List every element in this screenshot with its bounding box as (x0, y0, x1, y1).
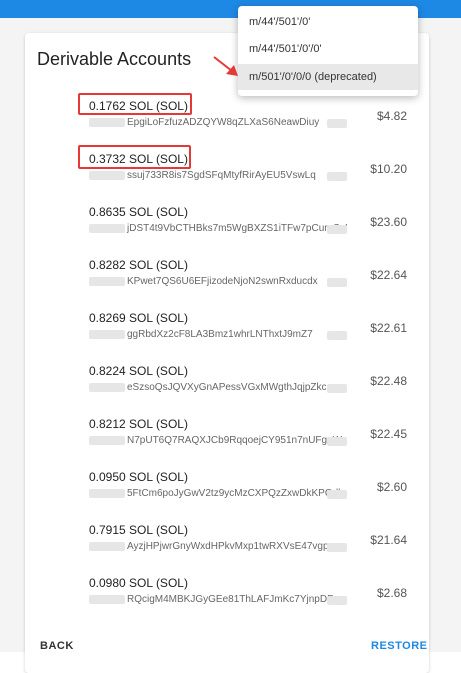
account-usd-value: $22.45 (370, 427, 407, 441)
redacted-address-prefix (89, 435, 125, 445)
redacted-address-prefix (89, 382, 125, 392)
account-balance: 0.8212 SOL (SOL) (89, 417, 188, 431)
account-address: ggRbdXz2cF8LA3Bmz1whrLNThxtJ9mZ7 (89, 329, 347, 341)
account-usd-value: $23.60 (370, 215, 407, 229)
account-address-text: 5FtCm6poJyGwV2tz9ycMzCXPQzZxwDkKPQdh (127, 488, 344, 499)
redacted-address-prefix (89, 594, 125, 604)
account-address: ssuj733R8is7SgdSFqMtyfRirAyEU5VswLq (89, 170, 347, 182)
account-usd-value: $21.64 (370, 533, 407, 547)
redacted-address-suffix (327, 596, 347, 605)
account-usd-value: $4.82 (376, 109, 407, 123)
arrow-annotation-icon (213, 56, 238, 76)
account-address: 5FtCm6poJyGwV2tz9ycMzCXPQzZxwDkKPQdh (89, 488, 347, 500)
redacted-address-suffix (327, 172, 347, 181)
account-usd-value: $2.60 (376, 480, 407, 494)
redacted-address-suffix (327, 331, 347, 340)
account-address-text: EpgiLoFzfuzADZQYW8qZLXaS6NeawDiuy (127, 117, 320, 128)
back-button[interactable]: BACK (40, 640, 74, 652)
redacted-address-suffix (327, 119, 347, 128)
account-row[interactable]: 0.8635 SOL (SOL) jDST4t9VbCTHBks7m5WgBXZS… (85, 205, 415, 249)
derivation-path-menu: m/44'/501'/0' m/44'/501'/0'/0' m/501'/0'… (238, 6, 418, 96)
account-row[interactable]: 0.0980 SOL (SOL) RQcigM4MBKJGyGEe81ThLAFJ… (85, 576, 415, 620)
account-row[interactable]: 0.7915 SOL (SOL) AyzjHPjwrGnyWxdHPkvMxp1t… (85, 523, 415, 567)
account-balance: 0.8224 SOL (SOL) (89, 364, 188, 378)
redacted-address-suffix (327, 278, 347, 287)
account-address-text: KPwet7QS6U6EFjizodeNjoN2swnRxducdx (127, 276, 318, 287)
account-address: AyzjHPjwrGnyWxdHPkvMxp1twRXVsE47vgp (89, 541, 347, 553)
account-usd-value: $2.68 (376, 586, 407, 600)
redacted-address-suffix (327, 225, 347, 234)
account-balance: 0.8635 SOL (SOL) (89, 205, 188, 219)
account-usd-value: $22.64 (370, 268, 407, 282)
redacted-address-prefix (89, 541, 125, 551)
account-row[interactable]: 0.8212 SOL (SOL) N7pUT6Q7RAQXJCb9RqqoejCY… (85, 417, 415, 461)
account-address-text: AyzjHPjwrGnyWxdHPkvMxp1twRXVsE47vgp (127, 541, 329, 552)
account-address-text: ggRbdXz2cF8LA3Bmz1whrLNThxtJ9mZ7 (127, 329, 313, 340)
highlight-box-account-2 (78, 145, 191, 169)
account-row[interactable]: 0.8224 SOL (SOL) eSzsoQsJQVXyGnAPessVGxMW… (85, 364, 415, 408)
highlight-box-account-1 (78, 93, 192, 115)
account-usd-value: $10.20 (370, 162, 407, 176)
redacted-address-suffix (327, 543, 347, 552)
account-address: EpgiLoFzfuzADZQYW8qZLXaS6NeawDiuy (89, 117, 347, 129)
derivation-option-0[interactable]: m/44'/501'/0' (238, 9, 418, 35)
account-row[interactable]: 0.8282 SOL (SOL) KPwet7QS6U6EFjizodeNjoN2… (85, 258, 415, 302)
account-balance: 0.8269 SOL (SOL) (89, 311, 188, 325)
derivation-option-2[interactable]: m/501'/0'/0/0 (deprecated) (238, 64, 418, 90)
account-address: KPwet7QS6U6EFjizodeNjoN2swnRxducdx (89, 276, 347, 288)
account-usd-value: $22.61 (370, 321, 407, 335)
redacted-address-prefix (89, 329, 125, 339)
account-address: RQcigM4MBKJGyGEe81ThLAFJmKc7YjnpDFc (89, 594, 347, 606)
account-usd-value: $22.48 (370, 374, 407, 388)
redacted-address-prefix (89, 117, 125, 127)
redacted-address-suffix (327, 437, 347, 446)
account-balance: 0.0980 SOL (SOL) (89, 576, 188, 590)
account-address-text: N7pUT6Q7RAQXJCb9RqqoejCY951n7nUFgoW (127, 435, 343, 446)
redacted-address-suffix (327, 384, 347, 393)
redacted-address-suffix (327, 490, 347, 499)
account-row[interactable]: 0.8269 SOL (SOL) ggRbdXz2cF8LA3Bmz1whrLNT… (85, 311, 415, 355)
account-address-text: RQcigM4MBKJGyGEe81ThLAFJmKc7YjnpDFc (127, 594, 339, 605)
redacted-address-prefix (89, 488, 125, 498)
redacted-address-prefix (89, 223, 125, 233)
account-address-text: ssuj733R8is7SgdSFqMtyfRirAyEU5VswLq (127, 170, 316, 181)
account-address: N7pUT6Q7RAQXJCb9RqqoejCY951n7nUFgoW (89, 435, 347, 447)
restore-button[interactable]: RESTORE (371, 640, 427, 652)
account-balance: 0.8282 SOL (SOL) (89, 258, 188, 272)
account-balance: 0.0950 SOL (SOL) (89, 470, 188, 484)
account-balance: 0.7915 SOL (SOL) (89, 523, 188, 537)
account-address: jDST4t9VbCTHBks7m5WgBXZS1iTFw7pCumGzY (89, 223, 347, 235)
account-address-text: jDST4t9VbCTHBks7m5WgBXZS1iTFw7pCumGzY (127, 223, 347, 234)
redacted-address-prefix (89, 276, 125, 286)
account-address-text: eSzsoQsJQVXyGnAPessVGxMWgthJqjpZkc (127, 382, 327, 393)
account-row[interactable]: 0.0950 SOL (SOL) 5FtCm6poJyGwV2tz9ycMzCXP… (85, 470, 415, 514)
card-title: Derivable Accounts (37, 49, 192, 69)
account-address: eSzsoQsJQVXyGnAPessVGxMWgthJqjpZkc (89, 382, 347, 394)
redacted-address-prefix (89, 170, 125, 180)
derivation-option-1[interactable]: m/44'/501'/0'/0' (238, 36, 418, 62)
